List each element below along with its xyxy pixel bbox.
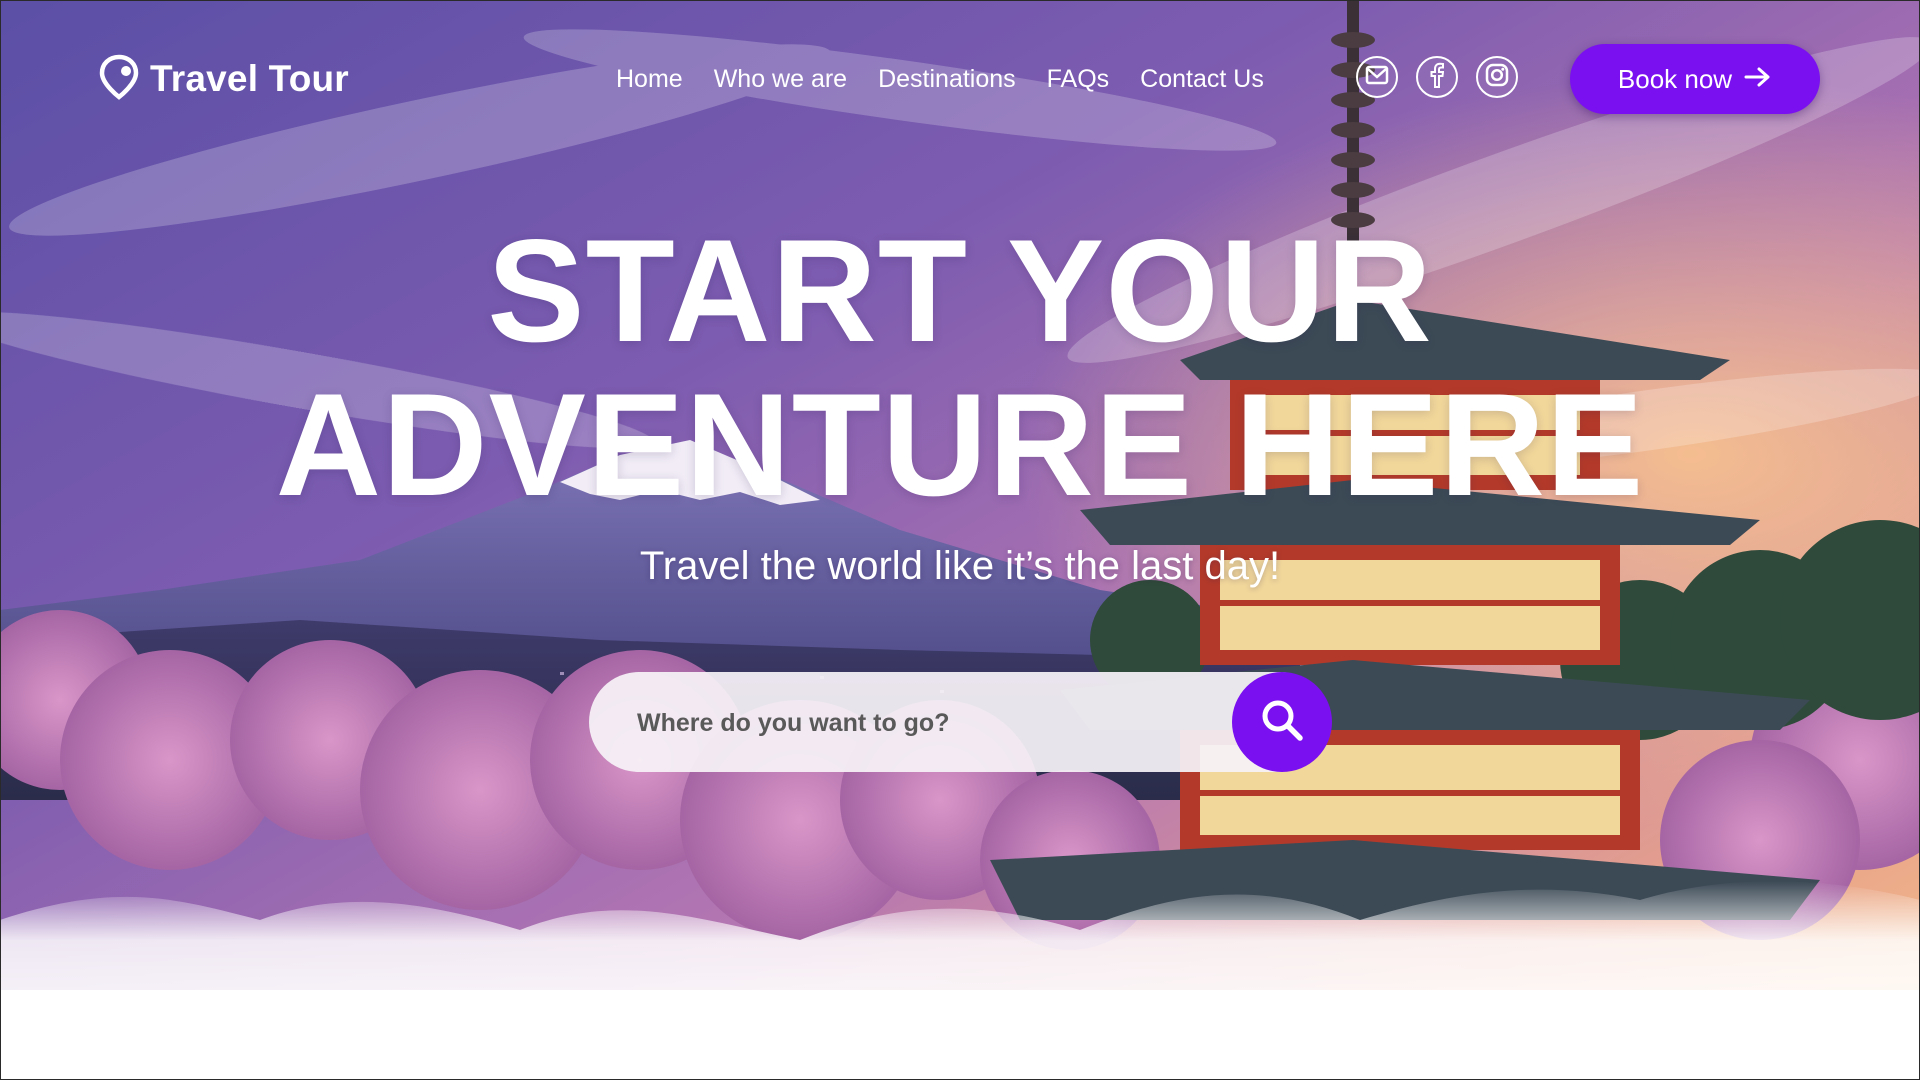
location-pin-icon <box>98 54 140 105</box>
brand-name: Travel Tour <box>150 58 349 99</box>
brand-logo[interactable]: Travel Tour <box>98 54 349 104</box>
facebook-link[interactable] <box>1416 56 1458 98</box>
arrow-right-icon <box>1744 64 1772 95</box>
instagram-link[interactable] <box>1476 56 1518 98</box>
nav-faqs[interactable]: FAQs <box>1047 65 1110 94</box>
hero-background <box>0 0 1920 1080</box>
instagram-icon <box>1485 63 1509 92</box>
facebook-icon <box>1430 62 1445 93</box>
hero-title-line-2: ADVENTURE HERE <box>275 363 1645 526</box>
nav-destinations[interactable]: Destinations <box>878 65 1016 94</box>
landscape-illustration <box>0 0 1920 1080</box>
destination-search-input[interactable] <box>635 702 1199 744</box>
social-links <box>1356 56 1518 98</box>
search-icon <box>1259 697 1305 748</box>
book-now-label: Book now <box>1617 63 1733 94</box>
nav-home[interactable]: Home <box>616 65 683 94</box>
nav-contact-us[interactable]: Contact Us <box>1140 65 1264 94</box>
main-nav: Home Who we are Destinations FAQs Contac… <box>616 58 1295 100</box>
mail-icon <box>1365 65 1389 90</box>
search-button[interactable] <box>1232 672 1332 772</box>
hero-title-line-1: START YOUR <box>487 209 1433 372</box>
mail-link[interactable] <box>1356 56 1398 98</box>
destination-search <box>589 672 1332 772</box>
hero-tagline: Travel the world like it’s the last day! <box>639 544 1281 588</box>
book-now-button[interactable]: Book now <box>1570 44 1820 114</box>
nav-who-we-are[interactable]: Who we are <box>714 65 847 94</box>
